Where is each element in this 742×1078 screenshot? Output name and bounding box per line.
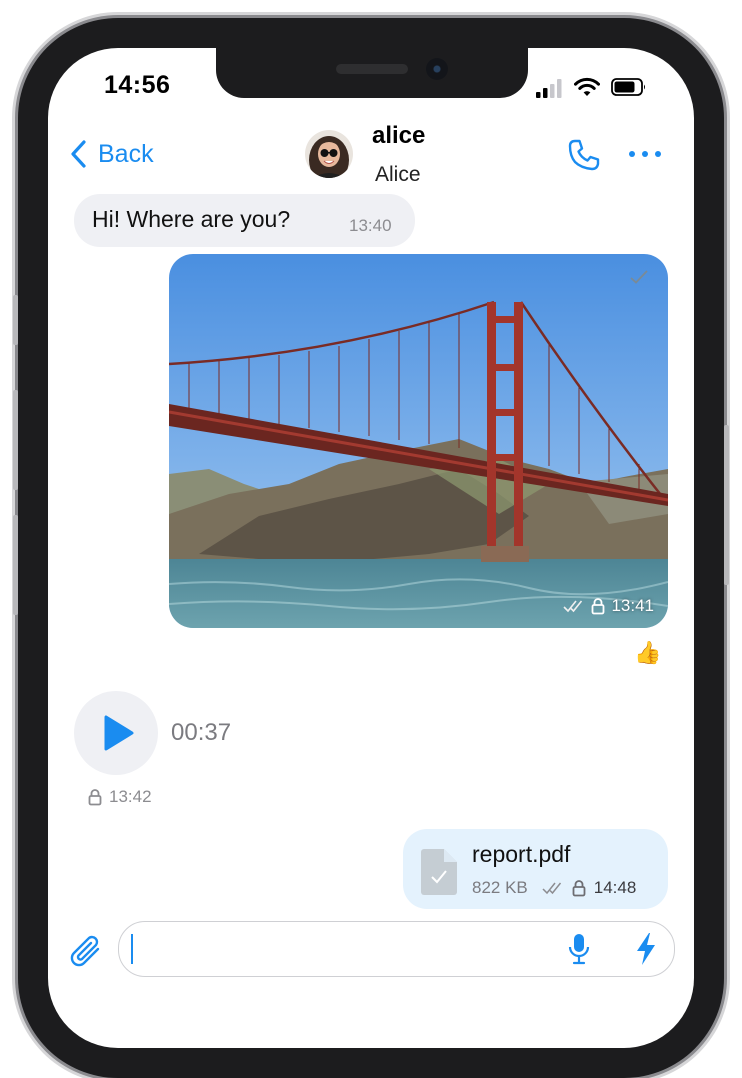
paperclip-icon[interactable] [68, 933, 106, 971]
photo-meta: 13:41 [563, 596, 654, 616]
voice-time: 13:42 [109, 787, 152, 806]
message-time: 13:40 [349, 216, 392, 235]
golden-gate-bridge-photo [169, 254, 668, 628]
microphone-icon[interactable] [568, 932, 590, 966]
message-text: Hi! Where are you? [92, 206, 291, 232]
reaction-thumbs-up[interactable]: 👍 [634, 640, 661, 666]
battery-icon [611, 78, 645, 96]
file-size: 822 KB [472, 878, 528, 897]
phone-mute-switch [13, 295, 18, 345]
speaker-grille [336, 64, 408, 74]
lightning-icon[interactable] [634, 932, 658, 966]
phone-volume-down [13, 515, 18, 615]
photo-time: 13:41 [611, 596, 654, 615]
lock-icon [592, 598, 605, 615]
contact-display-name: Alice [375, 163, 421, 186]
double-check-icon [542, 882, 561, 895]
more-icon[interactable] [628, 148, 662, 160]
photo-message[interactable]: 13:41 [169, 254, 668, 628]
voice-duration: 00:37 [171, 719, 232, 746]
phone-icon[interactable] [567, 138, 601, 172]
contact-avatar[interactable] [305, 130, 353, 178]
phone-power-button [724, 425, 729, 585]
document-icon [421, 849, 457, 895]
back-button[interactable]: Back [70, 138, 154, 170]
message-input[interactable] [137, 932, 541, 968]
play-icon [104, 715, 134, 751]
file-name: report.pdf [472, 841, 571, 867]
file-message[interactable]: report.pdf 822 KB 14:48 [403, 829, 668, 909]
file-time: 14:48 [593, 878, 637, 897]
cellular-signal-icon [536, 79, 562, 98]
text-caret [131, 934, 133, 964]
check-icon [630, 270, 648, 284]
incoming-text-message[interactable]: Hi! Where are you? 13:40 [74, 194, 415, 247]
file-meta: 822 KB 14:48 [472, 878, 636, 898]
phone-volume-up [13, 390, 18, 490]
lock-icon [88, 789, 102, 806]
lock-icon [572, 880, 586, 897]
front-camera [426, 58, 448, 80]
double-check-icon [563, 600, 583, 613]
chevron-left-icon [71, 140, 86, 168]
status-time: 14:56 [104, 71, 171, 99]
avatar-photo [305, 130, 353, 178]
back-label: Back [98, 139, 154, 168]
voice-play-button[interactable] [74, 691, 158, 775]
contact-username: alice [372, 122, 426, 149]
message-input-box[interactable] [118, 921, 675, 977]
wifi-icon [574, 77, 600, 96]
voice-meta: 13:42 [88, 787, 152, 807]
